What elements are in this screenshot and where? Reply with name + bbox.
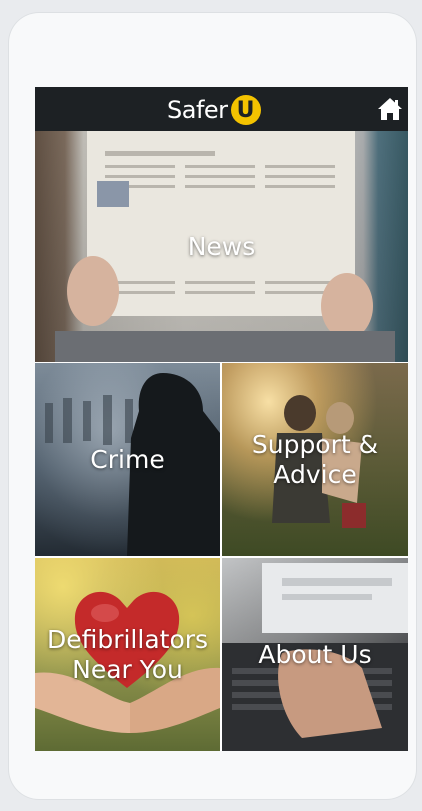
- app-screen: Safer U News Crime Support & Advice Defi…: [35, 87, 408, 751]
- tile-support-label: Support & Advice: [251, 429, 379, 489]
- app-header: Safer U: [35, 87, 408, 131]
- tile-news[interactable]: News: [35, 131, 408, 362]
- logo-badge: U: [230, 95, 261, 125]
- tile-support-advice[interactable]: Support & Advice: [222, 363, 408, 556]
- tile-defibrillators-label: Defibrillators Near You: [46, 624, 209, 684]
- home-icon: [378, 98, 402, 120]
- logo-text: Safer: [167, 96, 228, 124]
- tile-about-label: About Us: [258, 639, 372, 669]
- app-logo: Safer U: [167, 94, 261, 126]
- tile-defibrillators[interactable]: Defibrillators Near You: [35, 558, 220, 751]
- tile-crime-label: Crime: [90, 444, 165, 474]
- tile-about-us[interactable]: About Us: [222, 558, 408, 751]
- home-button[interactable]: [377, 96, 403, 122]
- tile-crime[interactable]: Crime: [35, 363, 220, 556]
- device-frame: Safer U News Crime Support & Advice Defi…: [9, 13, 416, 799]
- tile-news-label: News: [187, 231, 256, 261]
